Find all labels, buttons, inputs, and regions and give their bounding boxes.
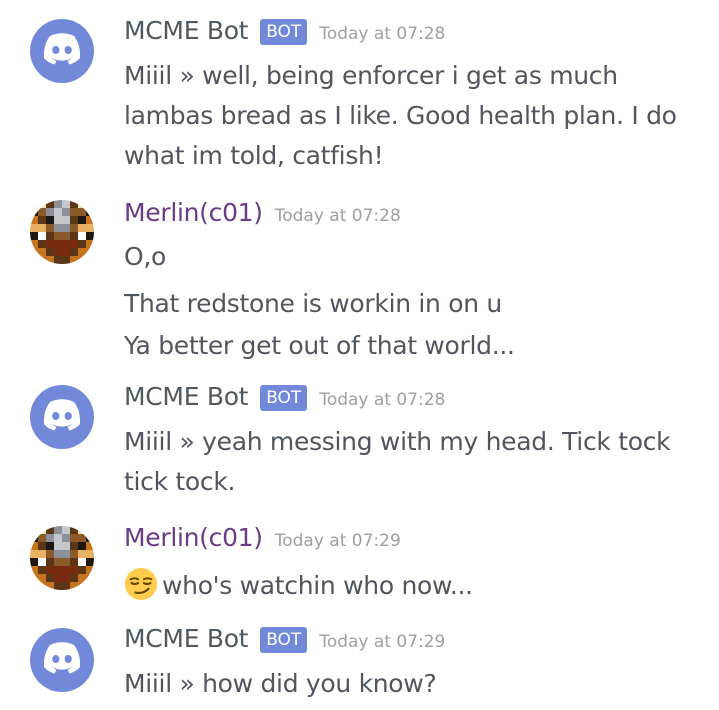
bot-badge: BOT [260, 19, 308, 45]
message-text: what im told, catfish! [124, 141, 384, 170]
message-text: O,o [124, 242, 167, 271]
message-header: MCME Bot BOT Today at 07:28 [124, 16, 445, 47]
message-header: Merlin(c01) Today at 07:28 [124, 198, 401, 227]
discord-logo-icon [43, 33, 81, 65]
smirking-face-icon [124, 567, 158, 601]
discord-logo-icon [43, 642, 81, 674]
author-name[interactable]: Merlin(c01) [124, 523, 263, 552]
timestamp[interactable]: Today at 07:29 [275, 531, 401, 551]
message-header: MCME Bot BOT Today at 07:29 [124, 624, 445, 655]
bot-badge: BOT [260, 627, 308, 653]
timestamp[interactable]: Today at 07:28 [275, 206, 401, 226]
author-name[interactable]: MCME Bot [124, 382, 248, 411]
avatar[interactable] [30, 526, 94, 590]
bot-badge: BOT [260, 385, 308, 411]
avatar[interactable] [30, 385, 94, 449]
message-text: Miiil » yeah messing with my head. Tick … [124, 427, 671, 456]
message-header: Merlin(c01) Today at 07:29 [124, 523, 401, 552]
avatar[interactable] [30, 628, 94, 692]
message-text: That redstone is workin in on u [124, 289, 502, 318]
message-text: tick tock. [124, 467, 236, 496]
author-name[interactable]: MCME Bot [124, 16, 248, 45]
message-text: who's watchin who now... [124, 567, 473, 601]
message-header: MCME Bot BOT Today at 07:28 [124, 382, 445, 413]
timestamp[interactable]: Today at 07:28 [319, 24, 445, 44]
discord-logo-icon [43, 399, 81, 431]
minecraft-head-icon [30, 200, 94, 264]
timestamp[interactable]: Today at 07:28 [319, 390, 445, 410]
message-text: lambas bread as I like. Good health plan… [124, 101, 677, 130]
message-text: Miiil » well, being enforcer i get as mu… [124, 61, 618, 90]
timestamp[interactable]: Today at 07:29 [319, 632, 445, 652]
avatar[interactable] [30, 19, 94, 83]
message-text: Miiil » how did you know? [124, 669, 437, 698]
minecraft-head-icon [30, 526, 94, 590]
author-name[interactable]: MCME Bot [124, 624, 248, 653]
message-text: Ya better get out of that world... [124, 331, 515, 360]
message-text-content: who's watchin who now... [162, 571, 473, 600]
avatar[interactable] [30, 200, 94, 264]
author-name[interactable]: Merlin(c01) [124, 198, 263, 227]
